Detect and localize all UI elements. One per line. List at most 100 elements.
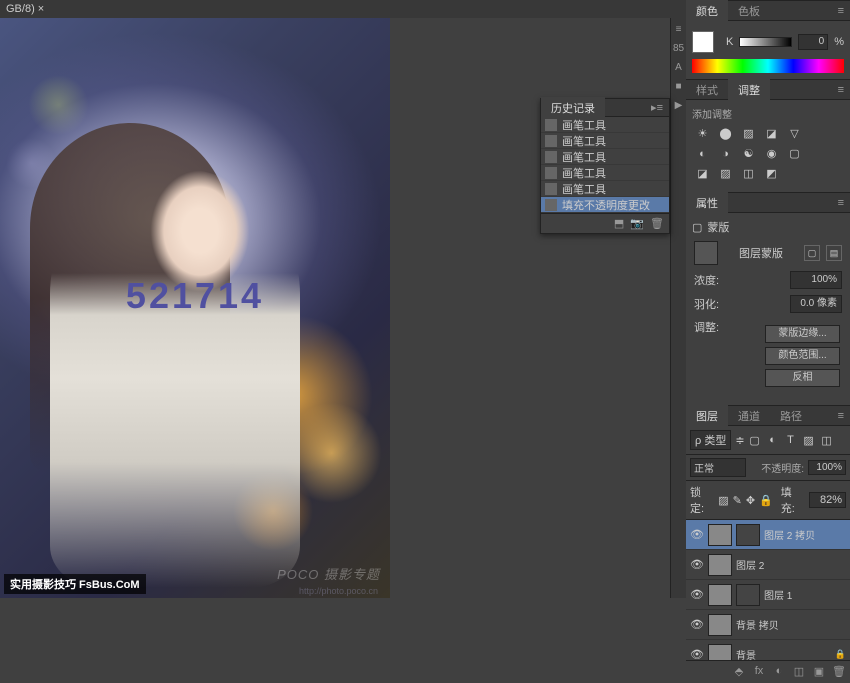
strip-icon[interactable]: ■ bbox=[675, 81, 681, 92]
history-icon[interactable]: ⬒ bbox=[614, 217, 624, 230]
layer-thumbnail[interactable] bbox=[708, 554, 732, 576]
new-layer-icon[interactable]: ▣ bbox=[812, 665, 826, 679]
mask-edge-button[interactable]: 蒙版边缘... bbox=[765, 325, 840, 343]
add-mask-icon[interactable]: ◐ bbox=[772, 665, 786, 679]
color-range-button[interactable]: 颜色范围... bbox=[765, 347, 840, 365]
foreground-swatch[interactable] bbox=[692, 31, 714, 53]
invert-button[interactable]: 反相 bbox=[765, 369, 840, 387]
history-item[interactable]: 画笔工具 bbox=[541, 181, 669, 197]
strip-icon[interactable]: ≡ bbox=[676, 24, 682, 35]
lock-pixels-icon[interactable]: ✎ bbox=[733, 494, 742, 507]
link-layers-icon[interactable]: ⬘ bbox=[732, 665, 746, 679]
layer-row[interactable]: 👁 图层 2 bbox=[686, 550, 850, 580]
layer-name[interactable]: 背景 bbox=[736, 647, 831, 660]
layer-thumbnail[interactable] bbox=[708, 584, 732, 606]
tab-history[interactable]: 历史记录 bbox=[541, 97, 605, 119]
fx-icon[interactable]: fx bbox=[752, 665, 766, 679]
tab-color[interactable]: 颜色 bbox=[686, 0, 728, 22]
history-item[interactable]: 画笔工具 bbox=[541, 117, 669, 133]
color-spectrum[interactable] bbox=[692, 59, 844, 73]
lock-position-icon[interactable]: ✥ bbox=[746, 494, 755, 507]
panel-menu-icon[interactable]: ≡ bbox=[832, 197, 850, 209]
layer-name[interactable]: 图层 2 bbox=[736, 557, 846, 572]
layer-thumbnail[interactable] bbox=[708, 644, 732, 661]
mask-thumbnail[interactable] bbox=[694, 241, 718, 265]
history-panel[interactable]: 历史记录 ▸≡ 画笔工具画笔工具画笔工具画笔工具画笔工具填充不透明度更改 ⬒ 📷… bbox=[540, 98, 670, 234]
k-value[interactable]: 0 bbox=[798, 34, 828, 50]
opacity-input[interactable]: 100% bbox=[808, 460, 846, 475]
adjustment-icon[interactable]: ☯ bbox=[740, 146, 757, 161]
delete-layer-icon[interactable]: 🗑 bbox=[832, 665, 846, 679]
history-item[interactable]: 画笔工具 bbox=[541, 133, 669, 149]
filter-icon[interactable]: ◐ bbox=[765, 432, 781, 448]
layer-name[interactable]: 图层 1 bbox=[764, 587, 846, 602]
adjustment-icon[interactable]: ◐ bbox=[694, 146, 711, 161]
layer-filter-select[interactable]: ρ 类型 bbox=[690, 430, 731, 450]
lock-transparent-icon[interactable]: ▨ bbox=[718, 494, 728, 507]
tab-properties[interactable]: 属性 bbox=[686, 192, 728, 214]
lock-all-icon[interactable]: 🔒 bbox=[759, 494, 773, 507]
adjustment-icon[interactable]: ▢ bbox=[786, 146, 803, 161]
filter-icon[interactable]: T bbox=[783, 432, 799, 448]
panel-menu-icon[interactable]: ≡ bbox=[832, 84, 850, 96]
layer-visibility-icon[interactable]: 👁 bbox=[690, 618, 704, 631]
layer-row[interactable]: 👁 背景 拷贝 bbox=[686, 610, 850, 640]
layer-name[interactable]: 图层 2 拷贝 bbox=[764, 527, 846, 542]
strip-icon[interactable]: A bbox=[675, 62, 682, 73]
mask-subtab-icon[interactable]: ▢ bbox=[692, 221, 702, 234]
adjustment-icon[interactable]: ◫ bbox=[740, 166, 757, 181]
filter-icon[interactable]: ◫ bbox=[819, 432, 835, 448]
layer-visibility-icon[interactable]: 👁 bbox=[690, 558, 704, 571]
adjustment-icon[interactable]: ⬤ bbox=[717, 126, 734, 141]
adjustment-icon[interactable]: ◪ bbox=[694, 166, 711, 181]
layer-mask-thumbnail[interactable] bbox=[736, 584, 760, 606]
layer-row[interactable]: 👁 图层 2 拷贝 bbox=[686, 520, 850, 550]
history-delete-icon[interactable]: 🗑 bbox=[650, 217, 664, 230]
adjustment-icon[interactable]: ▨ bbox=[740, 126, 757, 141]
new-adjustment-icon[interactable]: ◫ bbox=[792, 665, 806, 679]
feather-input[interactable]: 0.0 像素 bbox=[790, 295, 842, 313]
layer-row[interactable]: 👁 图层 1 bbox=[686, 580, 850, 610]
vector-mask-icon[interactable]: ▤ bbox=[826, 245, 842, 261]
filter-icon[interactable]: ▢ bbox=[747, 432, 763, 448]
adjustment-icon[interactable]: ▨ bbox=[717, 166, 734, 181]
adjustment-icon[interactable]: ◩ bbox=[763, 166, 780, 181]
density-input[interactable]: 100% bbox=[790, 271, 842, 289]
tab-layers[interactable]: 图层 bbox=[686, 405, 728, 427]
canvas-area[interactable]: POCO 摄影专题 http://photo.poco.cn 实用摄影技巧 Fs… bbox=[0, 18, 390, 598]
adjustment-icon[interactable]: ◪ bbox=[763, 126, 780, 141]
adjustment-icon[interactable]: ☀ bbox=[694, 126, 711, 141]
panel-menu-icon[interactable]: ≡ bbox=[832, 5, 850, 17]
layer-name[interactable]: 背景 拷贝 bbox=[736, 617, 846, 632]
document-tab[interactable]: GB/8) × bbox=[6, 3, 44, 15]
adjustment-icon[interactable]: ▽ bbox=[786, 126, 803, 141]
strip-icon[interactable]: ▶ bbox=[675, 100, 683, 111]
layer-visibility-icon[interactable]: 👁 bbox=[690, 588, 704, 601]
history-item[interactable]: 画笔工具 bbox=[541, 149, 669, 165]
tab-channels[interactable]: 通道 bbox=[728, 405, 770, 427]
layer-thumbnail[interactable] bbox=[708, 614, 732, 636]
layer-mask-thumbnail[interactable] bbox=[736, 524, 760, 546]
tab-swatches[interactable]: 色板 bbox=[728, 0, 770, 22]
fill-input[interactable]: 82% bbox=[809, 492, 846, 508]
blend-mode-select[interactable]: 正常 bbox=[690, 458, 746, 477]
layer-visibility-icon[interactable]: 👁 bbox=[690, 528, 704, 541]
k-slider[interactable] bbox=[739, 37, 792, 47]
tab-styles[interactable]: 样式 bbox=[686, 79, 728, 101]
history-item[interactable]: 画笔工具 bbox=[541, 165, 669, 181]
tab-paths[interactable]: 路径 bbox=[770, 405, 812, 427]
filter-icon[interactable]: ▨ bbox=[801, 432, 817, 448]
panel-menu-icon[interactable]: ≡ bbox=[832, 410, 850, 422]
strip-icon[interactable]: 85 bbox=[673, 43, 684, 54]
tab-adjustments[interactable]: 调整 bbox=[728, 79, 770, 101]
adjustment-icon[interactable]: ◉ bbox=[763, 146, 780, 161]
history-item[interactable]: 填充不透明度更改 bbox=[541, 197, 669, 213]
history-snapshot-icon[interactable]: 📷 bbox=[630, 217, 644, 230]
layer-visibility-icon[interactable]: 👁 bbox=[690, 648, 704, 660]
panel-menu-icon[interactable]: ▸≡ bbox=[645, 101, 669, 114]
pixel-mask-icon[interactable]: ▢ bbox=[804, 245, 820, 261]
history-step-label: 画笔工具 bbox=[562, 149, 606, 165]
layer-row[interactable]: 👁背景🔒 bbox=[686, 640, 850, 660]
adjustment-icon[interactable]: ◑ bbox=[717, 146, 734, 161]
layer-thumbnail[interactable] bbox=[708, 524, 732, 546]
